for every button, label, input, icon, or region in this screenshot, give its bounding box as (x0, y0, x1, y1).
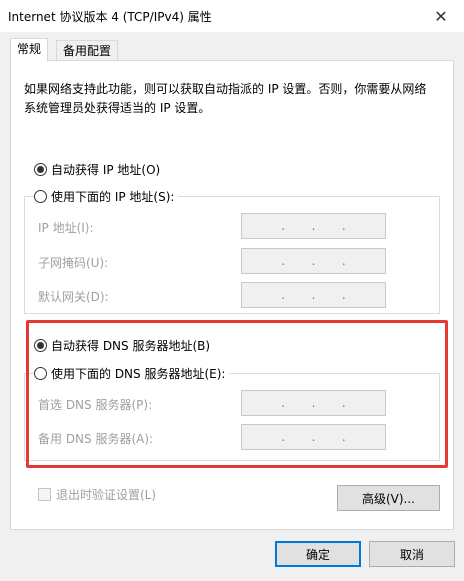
tab-alternate-config[interactable]: 备用配置 (56, 40, 119, 62)
radio-auto-dns[interactable]: 自动获得 DNS 服务器地址(B) (34, 337, 215, 354)
alternate-dns-label: 备用 DNS 服务器(A): (38, 432, 154, 446)
validate-on-exit-box[interactable] (38, 488, 51, 501)
validate-on-exit-checkbox[interactable]: 退出时验证设置(L) (38, 486, 156, 503)
alternate-dns-input[interactable]: ... (241, 424, 386, 450)
radio-auto-dns-label: 自动获得 DNS 服务器地址(B) (51, 339, 211, 353)
advanced-button[interactable]: 高级(V)... (337, 485, 440, 511)
ok-button-label: 确定 (305, 547, 330, 562)
tab-general[interactable]: 常规 (10, 38, 49, 62)
close-button[interactable]: ✕ (418, 0, 464, 32)
subnet-mask-input[interactable]: ... (241, 248, 386, 274)
ip-address-label: IP 地址(I): (38, 221, 94, 235)
radio-manual-dns-label: 使用下面的 DNS 服务器地址(E): (51, 367, 226, 381)
description-text: 如果网络支持此功能，则可以获取自动指派的 IP 设置。否则，你需要从网络系统管理… (24, 82, 427, 115)
default-gateway-input[interactable]: ... (241, 282, 386, 308)
preferred-dns-label: 首选 DNS 服务器(P): (38, 398, 153, 412)
radio-manual-ip-indicator[interactable] (34, 190, 47, 203)
advanced-button-label: 高级(V)... (361, 491, 416, 506)
default-gateway-label: 默认网关(D): (38, 290, 109, 304)
subnet-mask-label: 子网掩码(U): (38, 256, 109, 270)
radio-manual-dns-indicator[interactable] (34, 367, 47, 380)
close-icon: ✕ (434, 6, 448, 26)
radio-auto-ip-label: 自动获得 IP 地址(O) (51, 163, 161, 177)
cancel-button-label: 取消 (399, 547, 424, 562)
radio-auto-ip[interactable]: 自动获得 IP 地址(O) (34, 161, 165, 178)
radio-manual-ip[interactable]: 使用下面的 IP 地址(S): (34, 188, 179, 205)
ip-address-input[interactable]: ... (241, 213, 386, 239)
validate-on-exit-label: 退出时验证设置(L) (56, 488, 157, 502)
cancel-button[interactable]: 取消 (369, 541, 455, 567)
window-title: Internet 协议版本 4 (TCP/IPv4) 属性 (8, 10, 212, 24)
title-bar: Internet 协议版本 4 (TCP/IPv4) 属性 ✕ (0, 0, 464, 32)
radio-auto-ip-indicator[interactable] (34, 163, 47, 176)
radio-auto-dns-indicator[interactable] (34, 339, 47, 352)
tab-alternate-config-label: 备用配置 (63, 44, 112, 58)
radio-manual-dns[interactable]: 使用下面的 DNS 服务器地址(E): (34, 365, 230, 382)
tab-general-label: 常规 (17, 42, 42, 56)
preferred-dns-input[interactable]: ... (241, 390, 386, 416)
ok-button[interactable]: 确定 (275, 541, 361, 567)
radio-manual-ip-label: 使用下面的 IP 地址(S): (51, 190, 175, 204)
